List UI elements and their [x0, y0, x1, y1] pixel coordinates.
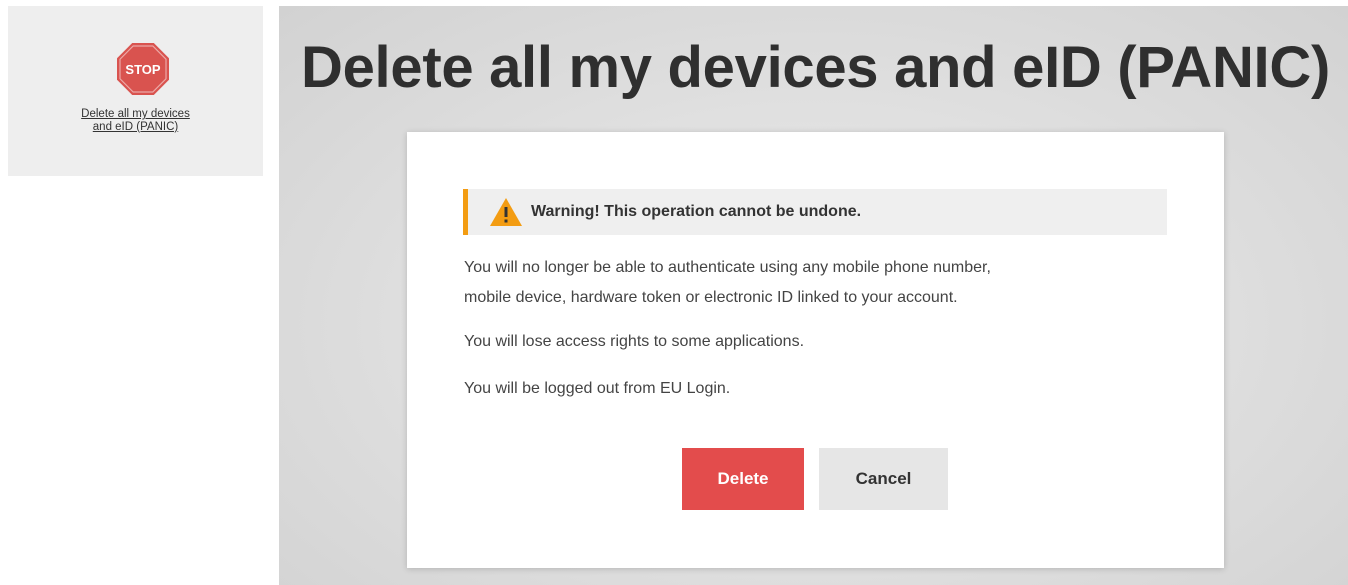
- message-line: mobile device, hardware token or electro…: [464, 289, 958, 306]
- panic-link-line1[interactable]: Delete all my devices: [8, 108, 263, 121]
- stop-sign-text: STOP: [125, 62, 160, 77]
- panic-tile[interactable]: STOP Delete all my devices and eID (PANI…: [8, 6, 263, 176]
- confirm-modal: Warning! This operation cannot be undone…: [407, 132, 1224, 568]
- stop-sign-icon[interactable]: STOP: [117, 43, 169, 95]
- message-authentication: You will no longer be able to authentica…: [464, 253, 991, 313]
- cancel-button[interactable]: Cancel: [819, 448, 948, 510]
- message-logout: You will be logged out from EU Login.: [464, 380, 731, 397]
- dialog-panel: Delete all my devices and eID (PANIC) Wa…: [279, 6, 1348, 585]
- message-access-rights: You will lose access rights to some appl…: [464, 333, 805, 350]
- warning-banner: Warning! This operation cannot be undone…: [463, 189, 1167, 235]
- panic-link[interactable]: Delete all my devices and eID (PANIC): [8, 108, 263, 134]
- warning-triangle-icon: [489, 197, 523, 227]
- delete-button[interactable]: Delete: [682, 448, 804, 510]
- warning-text: Warning! This operation cannot be undone…: [531, 203, 862, 220]
- panic-link-line2[interactable]: and eID (PANIC): [8, 121, 263, 134]
- page-title: Delete all my devices and eID (PANIC): [301, 35, 1330, 100]
- message-line: You will no longer be able to authentica…: [464, 259, 991, 276]
